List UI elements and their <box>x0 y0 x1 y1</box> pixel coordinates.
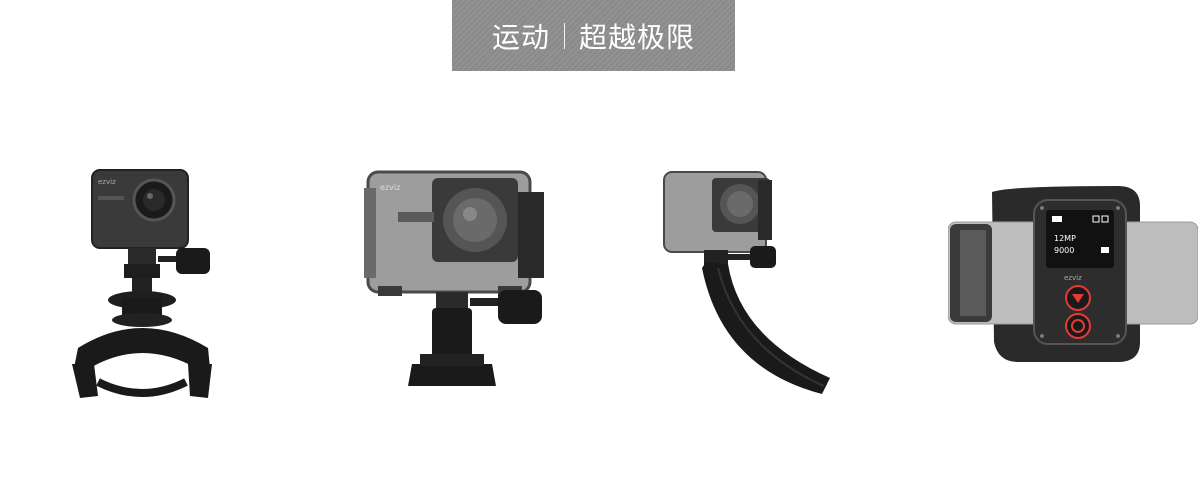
camera-curved-mount-icon <box>663 171 830 394</box>
remote-brand-text: ezviz <box>1064 274 1082 282</box>
product-wrist-remote: 12MP 9000 ezviz <box>948 186 1198 362</box>
remote-screen-line-1: 12MP <box>1054 234 1076 243</box>
product-handlebar-mount: ezviz <box>68 168 218 400</box>
banner-title-left: 运动 <box>491 20 550 54</box>
product-curved-mount <box>658 168 838 400</box>
wrist-remote-control-icon: 12MP 9000 ezviz <box>948 186 1198 362</box>
remote-screen-line-2: 9000 <box>1054 246 1074 255</box>
banner-title-right: 超越极限 <box>579 20 696 54</box>
camera-waterproof-housing-icon: ezviz <box>364 170 544 386</box>
section-banner: 运动 超越极限 <box>452 0 735 71</box>
housing-brand-text: ezviz <box>380 183 400 192</box>
product-waterproof-housing: ezviz <box>358 158 548 390</box>
remote-record-button[interactable] <box>1065 313 1091 339</box>
camera-handlebar-mount-icon: ezviz <box>72 169 212 398</box>
camera-brand-text: ezviz <box>98 178 116 186</box>
banner-divider <box>564 22 565 49</box>
